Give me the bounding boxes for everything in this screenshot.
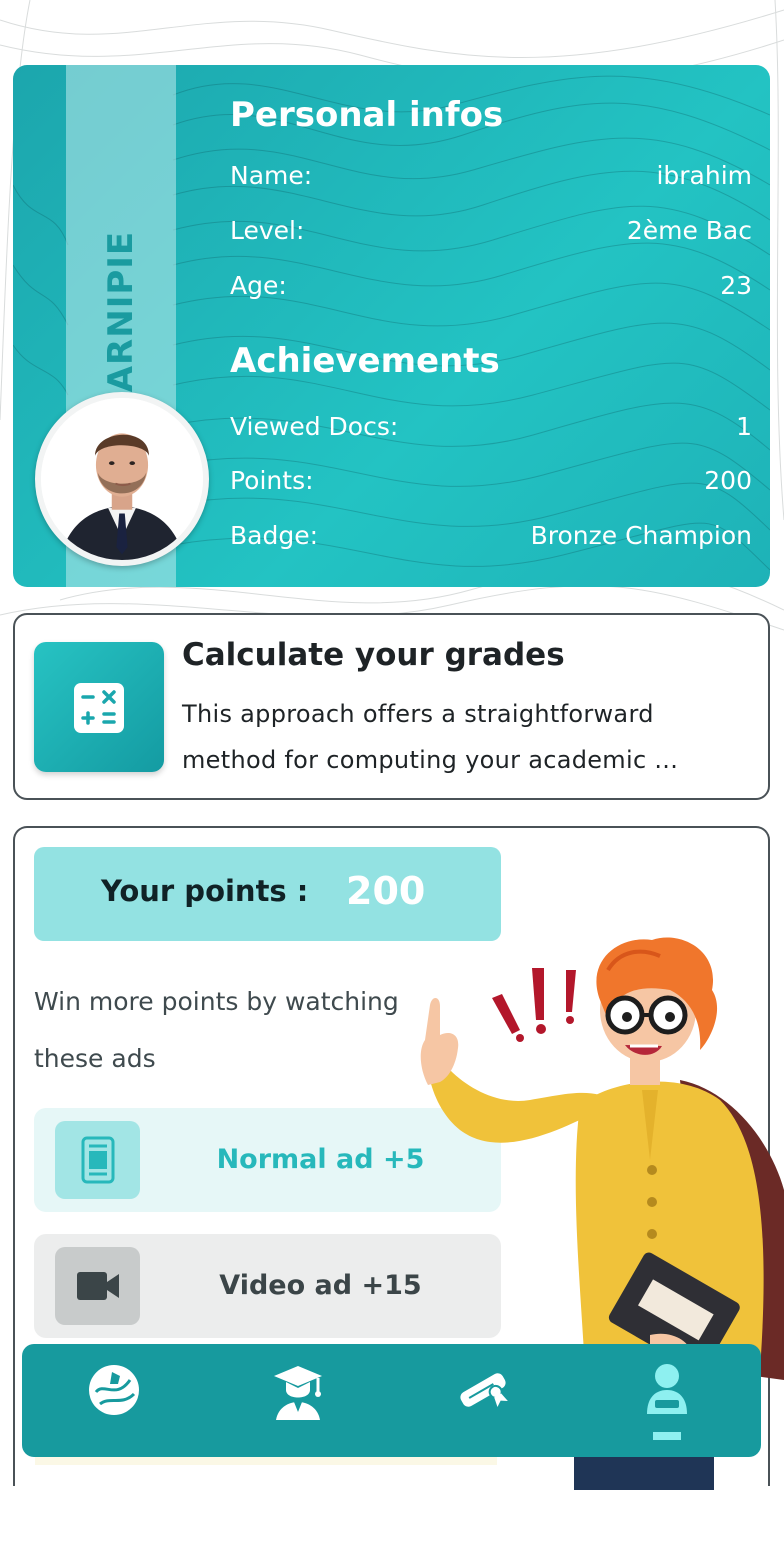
active-indicator: [653, 1432, 681, 1440]
badge-label: Badge:: [230, 520, 319, 550]
age-label: Age:: [230, 270, 287, 300]
graduate-icon: [274, 1366, 322, 1420]
viewed-docs-value: 1: [736, 411, 752, 441]
calculator-tile: [34, 642, 164, 772]
info-row-points: Points: 200: [230, 462, 752, 498]
info-row-badge: Badge: Bronze Champion: [230, 517, 752, 553]
bottom-navigation: [22, 1344, 761, 1457]
your-points-banner: Your points : 200: [34, 847, 501, 941]
personal-infos-title: Personal infos: [230, 95, 504, 135]
nav-courses[interactable]: [258, 1362, 338, 1442]
nav-profile[interactable]: [627, 1362, 707, 1442]
viewed-docs-label: Viewed Docs:: [230, 411, 399, 441]
info-row-docs: Viewed Docs: 1: [230, 408, 752, 444]
normal-ad-icon-box: [55, 1121, 140, 1199]
info-row-level: Level: 2ème Bac: [230, 212, 752, 248]
user-icon: [647, 1364, 687, 1440]
phone-icon: [81, 1136, 114, 1184]
age-value: 23: [720, 270, 752, 300]
avatar-photo: [41, 398, 203, 560]
video-camera-icon: [76, 1272, 119, 1300]
points-label: Points:: [230, 465, 314, 495]
calculator-icon: [74, 683, 124, 733]
profile-card: LEARNIPIE Personal infos Name: ibrahim L…: [13, 65, 770, 587]
video-ad-icon-box: [55, 1247, 140, 1325]
grades-title: Calculate your grades: [182, 637, 565, 673]
name-label: Name:: [230, 160, 313, 190]
globe-icon: [89, 1365, 139, 1415]
avatar[interactable]: [35, 392, 209, 566]
name-value: ibrahim: [656, 160, 752, 190]
achievements-title: Achievements: [230, 341, 500, 381]
your-points-value: 200: [346, 869, 426, 913]
nav-exams[interactable]: [443, 1362, 523, 1442]
nav-home[interactable]: [74, 1362, 154, 1442]
points-value: 200: [704, 465, 752, 495]
badge-value: Bronze Champion: [530, 520, 752, 550]
your-points-label: Your points :: [101, 874, 309, 908]
level-label: Level:: [230, 215, 305, 245]
diploma-icon: [460, 1373, 508, 1408]
calculate-grades-card[interactable]: Calculate your grades This approach offe…: [13, 613, 770, 800]
info-row-age: Age: 23: [230, 267, 752, 303]
grades-description: This approach offers a straightforward m…: [182, 700, 679, 774]
level-value: 2ème Bac: [626, 215, 752, 245]
info-row-name: Name: ibrahim: [230, 157, 752, 193]
